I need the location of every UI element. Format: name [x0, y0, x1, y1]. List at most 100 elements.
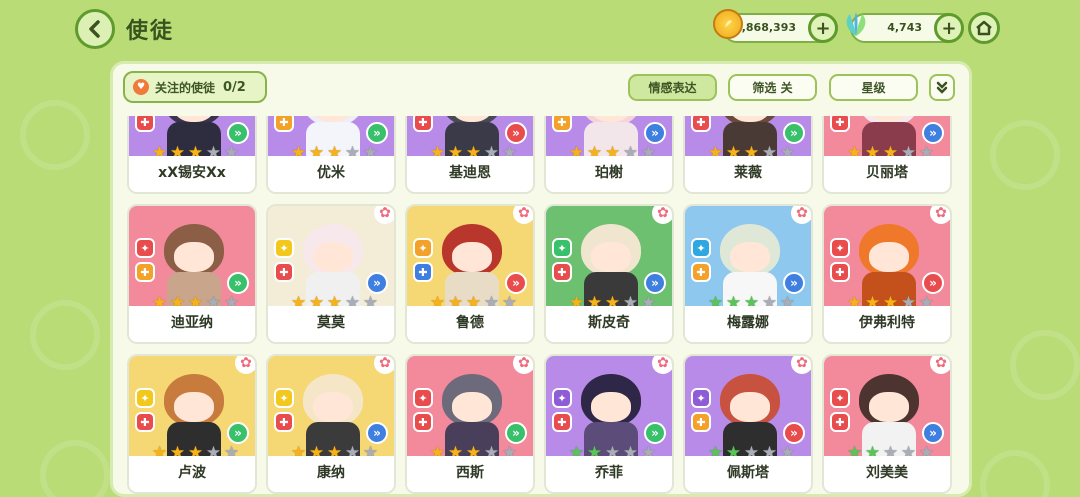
class-badge-icon: ✚ [691, 262, 711, 282]
character-card[interactable]: ✦✚»★★★★★优米 [266, 116, 396, 194]
character-card[interactable]: ✦ ✚» ★ ★ ★ ★ ★ 西斯 ✿ [405, 354, 535, 494]
back-button[interactable] [75, 9, 115, 49]
expand-button[interactable] [929, 74, 955, 101]
add-gems-button[interactable]: + [934, 13, 964, 43]
element-badge-icon: ✦ [830, 388, 850, 408]
role-arrow-icon: » [783, 272, 805, 294]
class-badge-icon: ✚ [274, 412, 294, 432]
character-card[interactable]: ✦✚»★★★★★xX锡安Xx [127, 116, 257, 194]
class-badge-icon: ✚ [691, 116, 711, 132]
character-card[interactable]: ✦ ✚» ★ ★ ★ ★ ★ 刘美美 ✿ [822, 354, 952, 494]
background-decoration [20, 100, 90, 170]
class-badge-icon: ✚ [135, 116, 155, 132]
role-arrow-icon: » [227, 122, 249, 144]
character-card[interactable]: ✦ ✚» ★ ★ ★ ★ ★ 迪亚纳 [127, 204, 257, 344]
character-card[interactable]: ✦ ✚» ★ ★ ★ ★ ★ 鲁德 ✿ [405, 204, 535, 344]
focus-characters-button[interactable]: ♥ 关注的使徒 0/2 [123, 71, 267, 103]
character-face [869, 392, 909, 422]
class-badge-icon: ✚ [413, 412, 433, 432]
character-card[interactable]: ✦✚»★★★★★珀榭 [544, 116, 674, 194]
character-face [174, 392, 214, 422]
character-card[interactable]: ✦ ✚» ★ ★ ★ ★ ★ 佩斯塔 ✿ [683, 354, 813, 494]
class-badge-icon: ✚ [135, 262, 155, 282]
role-arrow-icon: » [366, 272, 388, 294]
character-face [591, 242, 631, 272]
character-name: 优米 [268, 156, 394, 192]
role-arrow-icon: » [922, 422, 944, 444]
coin-icon [713, 9, 743, 39]
element-badge-icon: ✦ [135, 238, 155, 258]
heart-icon: ♥ [133, 79, 149, 95]
character-name: 珀榭 [546, 156, 672, 192]
character-card[interactable]: ✦ ✚» ★ ★ ★ ★ ★ 乔菲 ✿ [544, 354, 674, 494]
character-name: 斯皮奇 [546, 306, 672, 342]
class-badge-icon: ✚ [413, 262, 433, 282]
class-badge-icon: ✚ [135, 412, 155, 432]
home-icon [976, 20, 992, 36]
element-badge-icon: ✦ [274, 238, 294, 258]
character-card[interactable]: ✦✚»★★★★★贝丽塔 [822, 116, 952, 194]
role-arrow-icon: » [227, 272, 249, 294]
character-card[interactable]: ✦ ✚» ★ ★ ★ ★ ★ 梅露娜 ✿ [683, 204, 813, 344]
background-decoration [990, 120, 1060, 190]
character-card[interactable]: ✦ ✚» ★ ★ ★ ★ ★ 康纳 ✿ [266, 354, 396, 494]
character-name: 莱薇 [685, 156, 811, 192]
character-face [869, 242, 909, 272]
role-arrow-icon: » [783, 422, 805, 444]
character-face [313, 392, 353, 422]
character-card[interactable]: ✦ ✚» ★ ★ ★ ★ ★ 伊弗利特 ✿ [822, 204, 952, 344]
role-arrow-icon: » [366, 122, 388, 144]
coin-amount: 1,868,393 [734, 21, 796, 34]
character-name: 贝丽塔 [824, 156, 950, 192]
character-name: 莫莫 [268, 306, 394, 342]
element-badge-icon: ✦ [552, 388, 572, 408]
home-button[interactable] [968, 12, 1000, 44]
leaf-gem-icon [840, 8, 872, 40]
element-badge-icon: ✦ [552, 238, 572, 258]
character-face [730, 392, 770, 422]
character-card[interactable]: ✦✚»★★★★★基迪恩 [405, 116, 535, 194]
role-arrow-icon: » [783, 122, 805, 144]
character-name: 佩斯塔 [685, 456, 811, 492]
element-badge-icon: ✦ [413, 388, 433, 408]
character-card[interactable]: ✦ ✚» ★ ★ ★ ★ ★ 莫莫 ✿ [266, 204, 396, 344]
class-badge-icon: ✚ [691, 412, 711, 432]
chevron-left-icon [89, 20, 100, 38]
character-card[interactable]: ✦ ✚» ★ ★ ★ ★ ★ 卢波 ✿ [127, 354, 257, 494]
class-badge-icon: ✚ [274, 116, 294, 132]
character-name: 伊弗利特 [824, 306, 950, 342]
element-badge-icon: ✦ [691, 388, 711, 408]
class-badge-icon: ✚ [830, 412, 850, 432]
focus-label: 关注的使徒 [155, 80, 216, 95]
page-title: 使徒 [126, 19, 175, 44]
class-badge-icon: ✚ [552, 262, 572, 282]
add-coins-button[interactable]: + [808, 13, 838, 43]
role-arrow-icon: » [644, 422, 666, 444]
double-chevron-down-icon [936, 81, 948, 94]
background-decoration [1010, 330, 1080, 400]
role-arrow-icon: » [227, 422, 249, 444]
character-face [452, 392, 492, 422]
character-name: 西斯 [407, 456, 533, 492]
background-decoration [980, 450, 1050, 497]
character-grid: ✦✚»★★★★★xX锡安Xx✦✚»★★★★★优米✦✚»★★★★★基迪恩✦✚»★★… [127, 116, 967, 494]
filter-button[interactable]: 筛选 关 [728, 74, 817, 101]
character-name: 迪亚纳 [129, 306, 255, 342]
role-arrow-icon: » [644, 272, 666, 294]
class-badge-icon: ✚ [274, 262, 294, 282]
gem-amount: 4,743 [887, 21, 922, 34]
character-name: 鲁德 [407, 306, 533, 342]
role-arrow-icon: » [922, 122, 944, 144]
role-arrow-icon: » [505, 272, 527, 294]
background-decoration [40, 440, 110, 497]
character-name: 卢波 [129, 456, 255, 492]
character-card[interactable]: ✦✚»★★★★★莱薇 [683, 116, 813, 194]
star-rank-button[interactable]: 星级 [829, 74, 918, 101]
role-arrow-icon: » [505, 422, 527, 444]
class-badge-icon: ✚ [830, 116, 850, 132]
emotion-button[interactable]: 情感表达 [628, 74, 717, 101]
class-badge-icon: ✚ [552, 412, 572, 432]
character-card[interactable]: ✦ ✚» ★ ★ ★ ★ ★ 斯皮奇 ✿ [544, 204, 674, 344]
character-name: xX锡安Xx [129, 156, 255, 192]
focus-count: 0/2 [223, 79, 246, 95]
